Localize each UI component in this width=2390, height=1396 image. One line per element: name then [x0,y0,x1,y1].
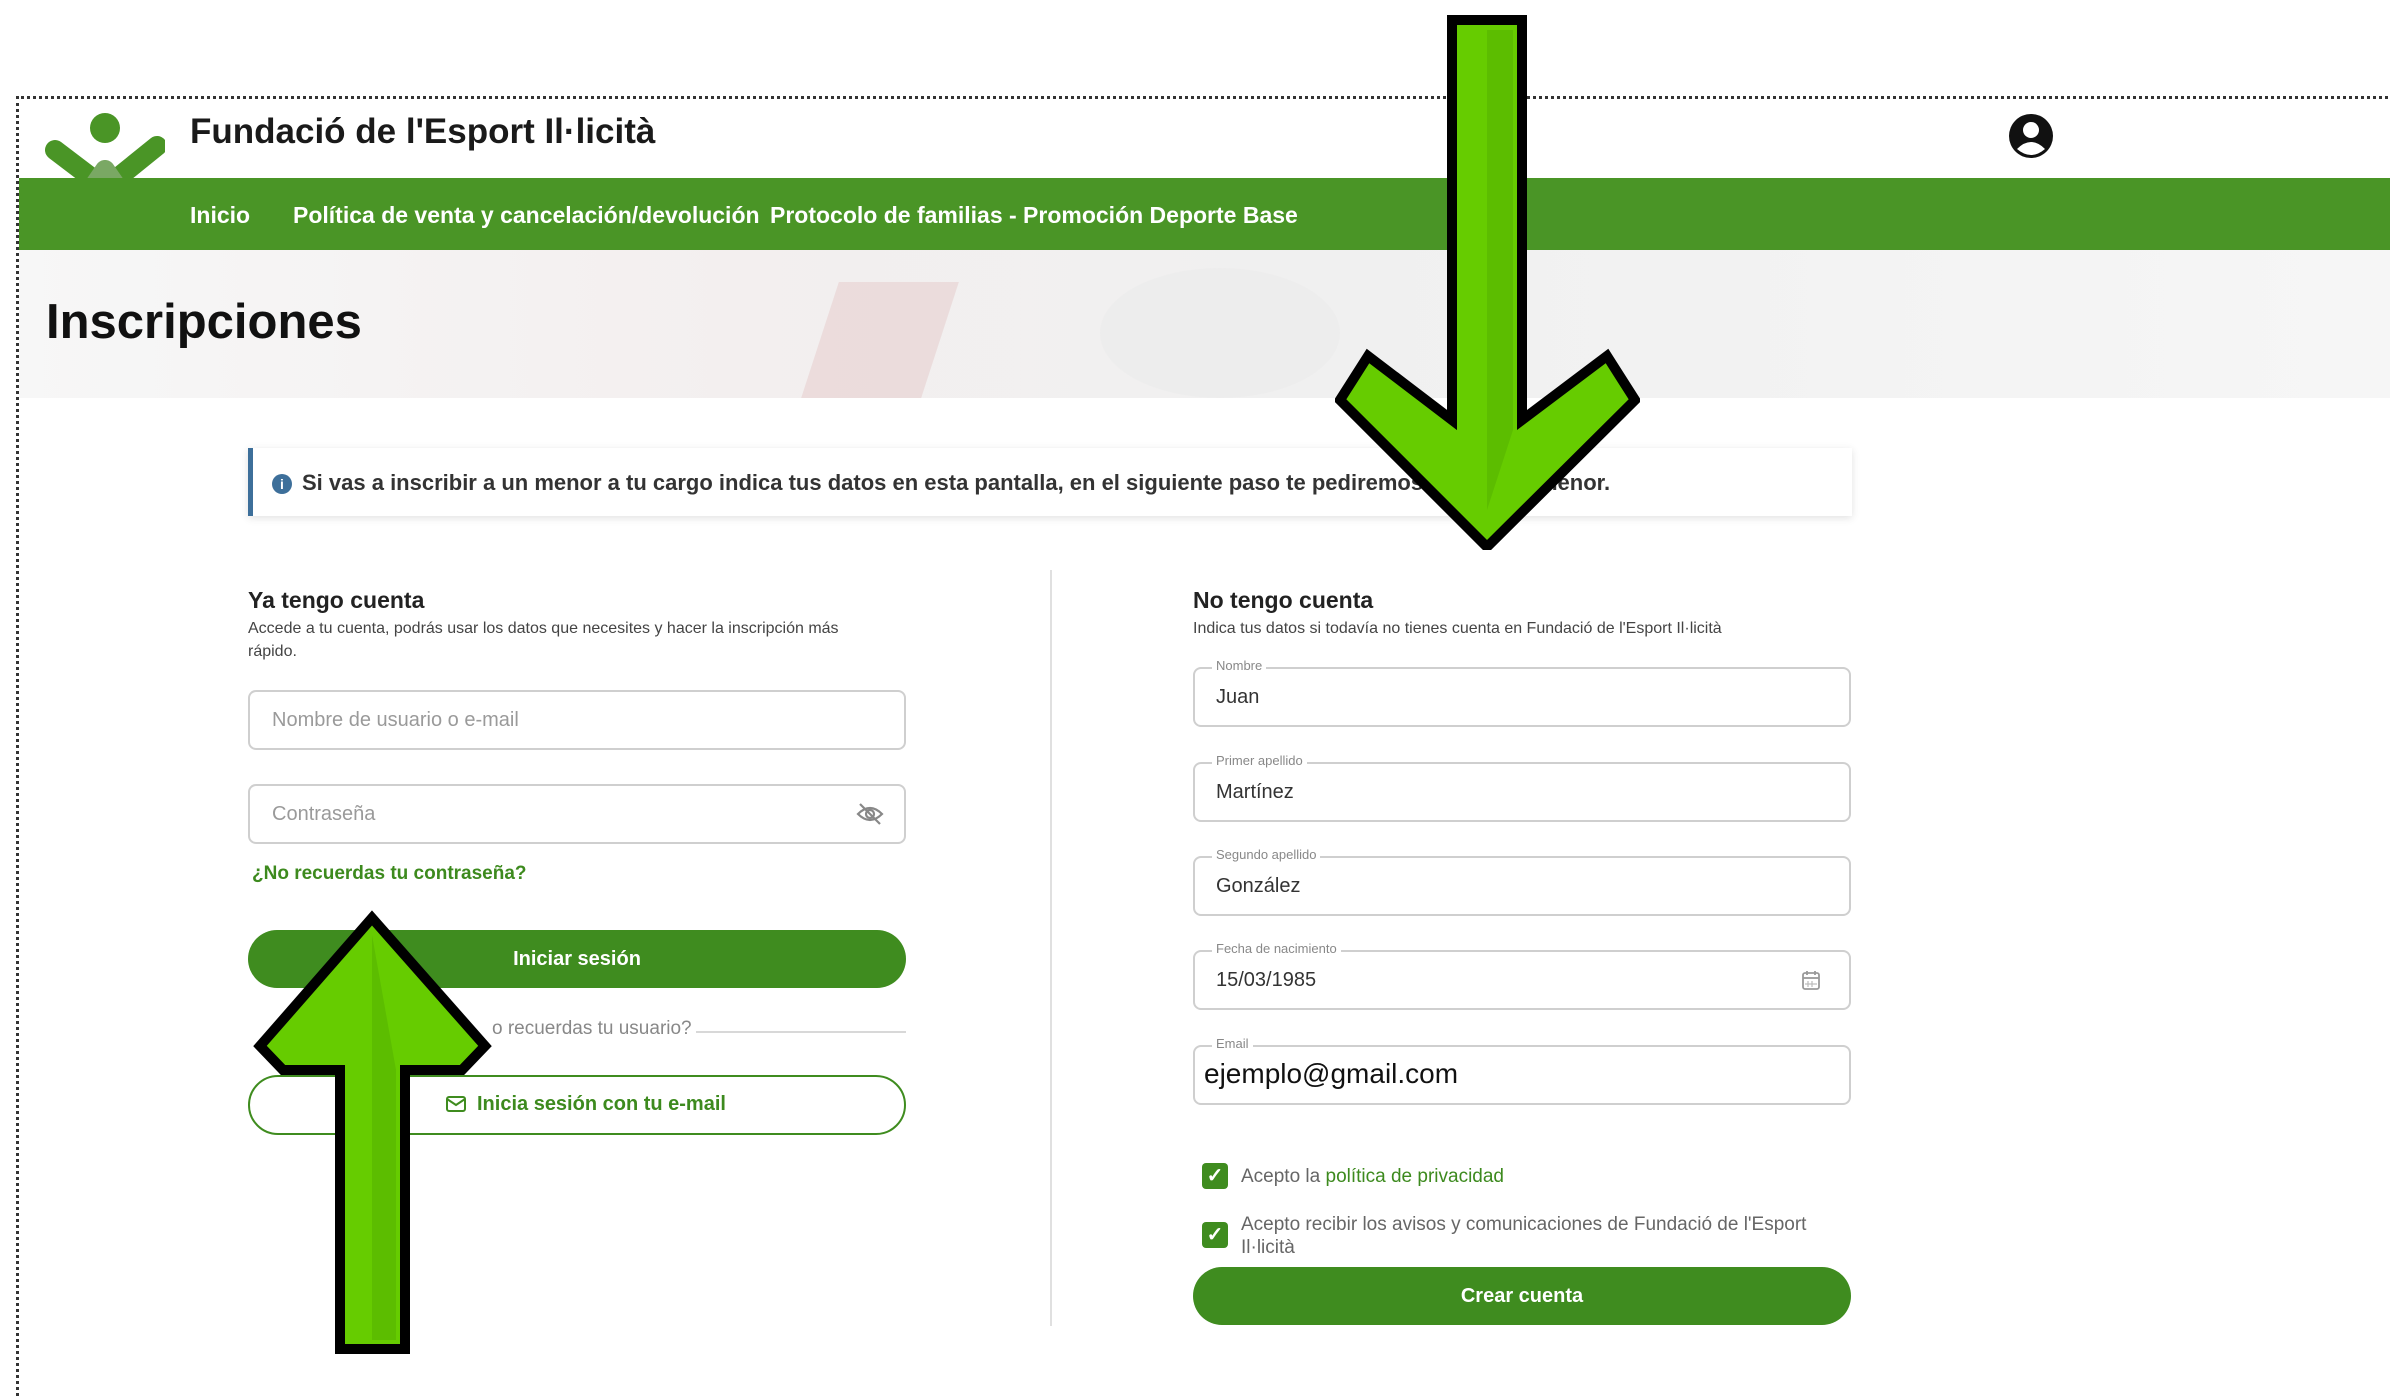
birthdate-label: Fecha de nacimiento [1212,941,1341,956]
birthdate-value: 15/03/1985 [1216,969,1317,991]
info-banner-text: Si vas a inscribir a un menor a tu cargo… [302,470,1474,495]
password-placeholder: Contraseña [272,803,376,825]
first-name-value: Juan [1216,686,1260,708]
privacy-checkbox[interactable]: ✓ [1202,1163,1228,1189]
hero-decoration [1100,268,1340,398]
site-title[interactable]: Fundació de l'Esport Il·licità [190,112,655,152]
first-name-input[interactable] [1193,667,1851,727]
nav-item-protocolo-familias[interactable]: Protocolo de familias - Promoción Deport… [770,202,1298,229]
first-surname-label: Primer apellido [1212,753,1307,768]
login-title: Ya tengo cuenta [248,587,425,613]
nav-item-inicio[interactable]: Inicio [190,202,250,229]
login-subtitle: Accede a tu cuenta, podrás usar los dato… [248,620,839,660]
divider [696,1031,906,1033]
calendar-icon[interactable] [1802,970,1820,990]
register-subtitle: Indica tus datos si todavía no tienes cu… [1193,620,1722,637]
user-account-icon[interactable] [2008,113,2054,159]
nav-item-politica-venta[interactable]: Política de venta y cancelación/devoluci… [293,202,760,229]
down-arrow-annotation [1335,15,1640,550]
privacy-policy-link[interactable]: política de privacidad [1326,1166,1505,1187]
first-surname-value: Martínez [1216,781,1294,803]
email-login-label: Inicia sesión con tu e-mail [477,1093,726,1115]
register-title: No tengo cuenta [1193,587,1374,613]
forgot-username-link[interactable]: o recuerdas tu usuario? [492,1018,692,1040]
privacy-prefix: Acepto la [1241,1166,1326,1187]
email-label: Email [1212,1036,1253,1051]
up-arrow-annotation [253,910,492,1354]
column-divider [1050,570,1052,1326]
second-surname-value: González [1216,875,1301,897]
communications-consent: Acepto recibir los avisos y comunicacion… [1241,1214,1807,1258]
communications-checkbox[interactable]: ✓ [1202,1222,1228,1248]
info-icon: i [272,474,292,494]
first-name-label: Nombre [1212,658,1267,673]
eye-off-icon[interactable] [856,802,884,826]
second-surname-label: Segundo apellido [1212,847,1321,862]
email-value: ejemplo@gmail.com [1204,1058,1459,1089]
privacy-consent: Acepto la política de privacidad [1241,1165,1504,1188]
create-account-button[interactable]: Crear cuenta [1193,1267,1851,1325]
username-placeholder: Nombre de usuario o e-mail [272,709,519,731]
page-title: Inscripciones [46,295,362,349]
forgot-password-link[interactable]: ¿No recuerdas tu contraseña? [252,863,527,885]
